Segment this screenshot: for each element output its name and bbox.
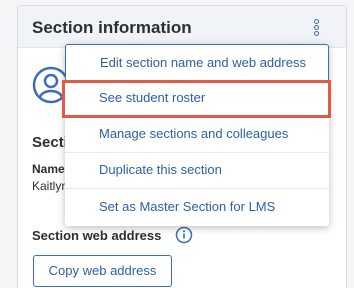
name-label: Name (32, 162, 65, 176)
more-options-icon[interactable] (311, 19, 321, 37)
section-details-heading: Secti (32, 134, 68, 151)
card-header: Section information (18, 6, 346, 48)
menu-item-duplicate-section[interactable]: Duplicate this section (65, 152, 329, 189)
menu-item-manage-sections[interactable]: Manage sections and colleagues (65, 116, 329, 153)
menu-item-edit-section[interactable]: Edit section name and web address (65, 44, 329, 81)
menu-item-see-student-roster[interactable]: See student roster (65, 80, 329, 117)
menu-item-set-master-section[interactable]: Set as Master Section for LMS (65, 189, 329, 226)
name-value: Kaitlyn (32, 179, 69, 193)
copy-web-address-button[interactable]: Copy web address (33, 255, 172, 287)
card-title: Section information (32, 18, 192, 37)
section-web-address-heading: Section web address (32, 228, 162, 243)
info-icon[interactable] (175, 226, 193, 244)
section-options-menu: Edit section name and web address See st… (65, 44, 329, 226)
